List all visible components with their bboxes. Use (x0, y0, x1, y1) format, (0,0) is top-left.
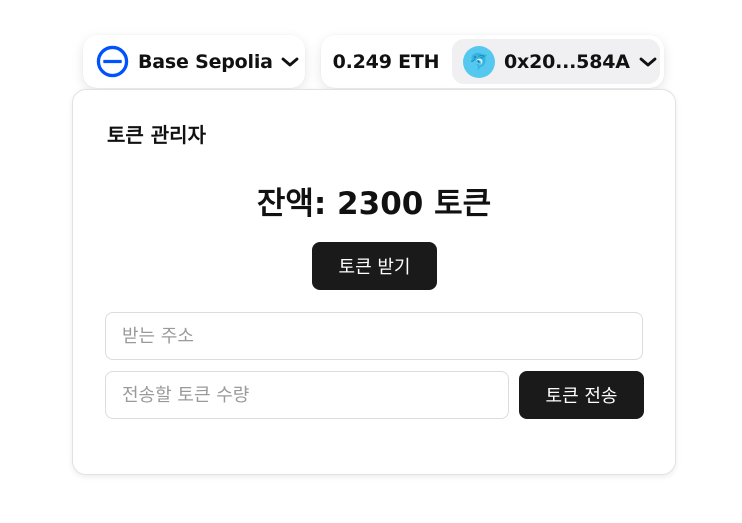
base-network-logo-icon (96, 45, 129, 78)
account-button[interactable]: 🐬 0x20...584A (452, 39, 660, 84)
token-manager-card: 토큰 관리자 잔액: 2300 토큰 토큰 받기 토큰 전송 (72, 89, 676, 475)
recipient-address-input[interactable] (105, 312, 643, 360)
account-address: 0x20...584A (504, 50, 630, 73)
eth-balance: 0.249 ETH (332, 50, 440, 73)
network-name: Base Sepolia (138, 50, 273, 73)
token-balance-heading: 잔액: 2300 토큰 (256, 186, 492, 222)
dolphin-avatar-icon: 🐬 (463, 45, 495, 78)
chevron-down-icon (639, 57, 657, 66)
claim-tokens-button[interactable]: 토큰 받기 (312, 242, 437, 290)
token-amount-input[interactable] (105, 371, 509, 419)
account-bar: 0.249 ETH 🐬 0x20...584A (321, 35, 664, 88)
network-selector-button[interactable]: Base Sepolia (83, 35, 305, 88)
chevron-down-icon (281, 57, 299, 66)
send-tokens-button[interactable]: 토큰 전송 (519, 371, 644, 419)
card-title: 토큰 관리자 (107, 123, 206, 147)
